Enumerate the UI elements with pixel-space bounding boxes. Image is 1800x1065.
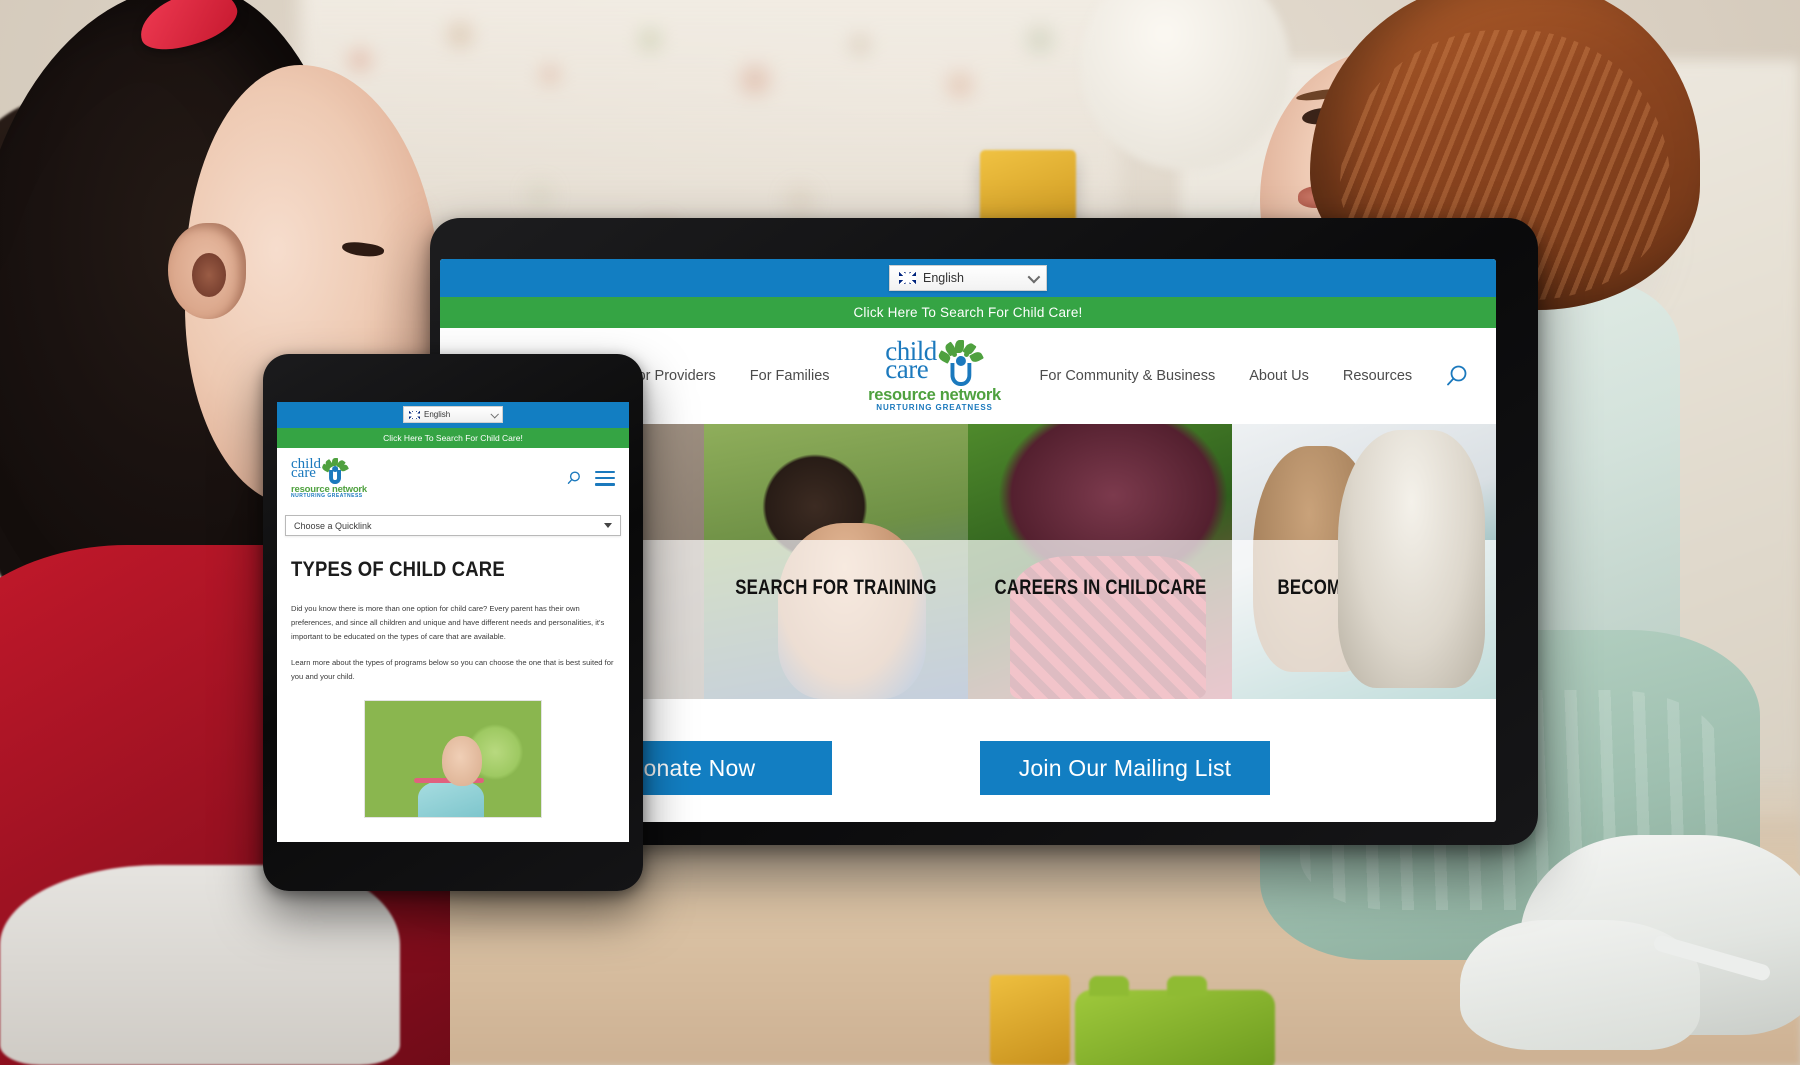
tree-logo-icon: [936, 340, 984, 387]
logo-line-care: care: [885, 353, 929, 384]
site-logo[interactable]: child care resource network NURTURING GR…: [867, 338, 1003, 412]
image-child-torso: [417, 780, 484, 818]
nav-item-about-us[interactable]: About Us: [1232, 368, 1326, 384]
logo-line-resource-network: resource network: [868, 386, 1001, 405]
page-title: TYPES OF CHILD CARE: [291, 558, 505, 581]
triangle-down-icon: [604, 523, 612, 528]
tablet-language-bar: English: [440, 259, 1496, 297]
yellow-block-upper: [980, 150, 1076, 228]
phone-language-bar: English: [277, 402, 629, 428]
feature-tile[interactable]: CAREERS IN CHILDCARE: [968, 424, 1232, 699]
quicklink-value: Choose a Quicklink: [294, 520, 372, 531]
search-icon[interactable]: [566, 470, 582, 486]
phone-language-label: English: [424, 410, 451, 419]
quicklink-select[interactable]: Choose a Quicklink: [285, 515, 621, 536]
feature-tile[interactable]: SEARCH FOR TRAINING: [704, 424, 968, 699]
content-paragraph-2: Learn more about the types of programs b…: [291, 658, 614, 682]
phone-header-icons: [566, 470, 615, 486]
phone-content: TYPES OF CHILD CARE Did you know there i…: [277, 536, 629, 819]
tile-label: CAREERS IN CHILDCARE: [994, 575, 1207, 599]
nav-item-resources[interactable]: Resources: [1326, 368, 1429, 384]
child-left-ear-inner: [192, 253, 226, 297]
phone-logo-line-resource-network: resource network: [291, 483, 367, 495]
phone-announcement-text: Click Here To Search For Child Care!: [383, 433, 523, 443]
join-mailing-list-label: Join Our Mailing List: [1018, 754, 1232, 781]
chevron-down-icon: [1027, 270, 1041, 283]
yellow-block-lower: [990, 975, 1070, 1065]
phone-device: English Click Here To Search For Child C…: [263, 354, 643, 891]
nav-item-for-families[interactable]: For Families: [733, 368, 847, 384]
phone-announcement-banner[interactable]: Click Here To Search For Child Care!: [277, 428, 629, 448]
chevron-down-icon: [490, 409, 499, 419]
phone-logo-line-care: care: [291, 464, 316, 481]
nav-item-for-community-business[interactable]: For Community & Business: [1023, 368, 1233, 384]
phone-logo-tagline: NURTURING GREATNESS: [291, 493, 363, 500]
feature-tile[interactable]: BECOME A MEMBER: [1232, 424, 1496, 699]
green-toy: [1075, 976, 1275, 1065]
hamburger-menu-icon[interactable]: [595, 470, 615, 486]
phone-language-select[interactable]: English: [403, 406, 503, 423]
tile-label-band: SEARCH FOR TRAINING: [704, 539, 968, 699]
phone-header: child care resource network NURTURING GR…: [277, 448, 629, 508]
join-mailing-list-button[interactable]: Join Our Mailing List: [980, 741, 1270, 795]
tree-logo-icon: [320, 457, 350, 484]
image-child-face: [442, 736, 483, 787]
phone-site-logo[interactable]: child care resource network NURTURING GR…: [291, 456, 367, 500]
tile-label-band: CAREERS IN CHILDCARE: [968, 539, 1232, 699]
phone-screen: English Click Here To Search For Child C…: [277, 402, 629, 842]
announcement-text: Click Here To Search For Child Care!: [853, 305, 1083, 320]
flag-uk-icon: [899, 272, 916, 284]
child-left-legs: [0, 865, 400, 1065]
language-label: English: [923, 271, 964, 285]
logo-tagline: NURTURING GREATNESS: [876, 402, 993, 412]
content-image-girl-with-balloon: [364, 700, 542, 819]
search-icon[interactable]: [1444, 363, 1470, 389]
content-paragraph-1: Did you know there is more than one opti…: [291, 604, 605, 642]
donate-now-label: Donate Now: [626, 754, 756, 781]
language-select[interactable]: English: [889, 265, 1047, 291]
announcement-banner[interactable]: Click Here To Search For Child Care!: [440, 297, 1496, 328]
tile-label: SEARCH FOR TRAINING: [735, 575, 937, 599]
flag-uk-icon: [409, 410, 420, 419]
